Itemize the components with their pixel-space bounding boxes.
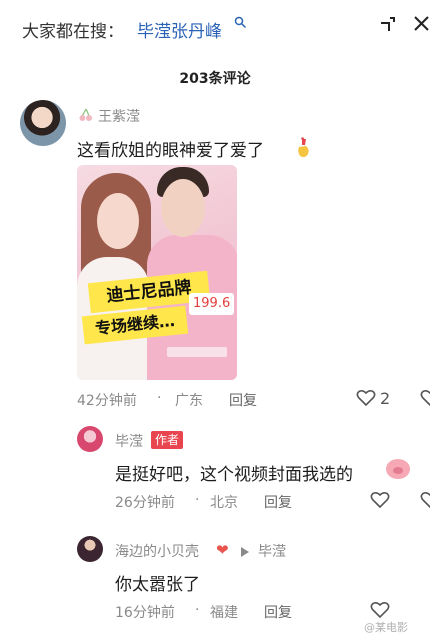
comment-time: 42分钟前 [77, 393, 137, 409]
comment-location: 广东 [175, 393, 203, 409]
pig-emoji-icon [386, 459, 410, 479]
reply-location: 福建 [210, 605, 238, 621]
reply-to-username[interactable]: 毕滢 [258, 541, 286, 561]
avatar[interactable] [20, 100, 66, 146]
thumbnail-price-suffix: 6 [221, 296, 231, 311]
reply-button[interactable]: 回复 [264, 602, 292, 622]
reply-time: 16分钟前 [115, 605, 175, 621]
comments-count-title: 203条评论 [179, 71, 251, 87]
like-count: 2 [380, 389, 391, 408]
comment-username[interactable]: 王紫滢 [98, 106, 140, 126]
heart-emoji-icon: ❤ [216, 541, 229, 559]
reply-text: 是挺好吧，这个视频封面我选的 [115, 465, 353, 485]
reply-username[interactable]: 毕滢 [115, 431, 143, 451]
reply-avatar[interactable] [77, 536, 103, 562]
reply-button[interactable]: 回复 [229, 390, 257, 410]
close-icon[interactable] [412, 14, 430, 34]
meta-dot: · [195, 602, 200, 618]
meta-dot: · [157, 390, 162, 406]
like-heart-icon[interactable] [356, 389, 376, 407]
thumbnail-price: 199. [193, 296, 222, 311]
reply-location: 北京 [210, 495, 238, 511]
video-thumbnail[interactable]: 迪士尼品牌 专场继续… 199.6 [77, 165, 237, 380]
thumbnail-man-face [161, 179, 205, 237]
author-badge: 作者 [151, 431, 184, 449]
thumbnail-woman-face [97, 193, 139, 249]
reply-time: 26分钟前 [115, 495, 175, 511]
reply-button[interactable]: 回复 [264, 492, 292, 512]
comment-text: 这看欣姐的眼神爱了爱了 [77, 141, 264, 161]
search-prefix-label: 大家都在搜： [22, 22, 124, 42]
watermark: @某电影 [364, 621, 408, 634]
reply-avatar[interactable] [77, 426, 103, 452]
reply-text: 你太嚣张了 [115, 575, 200, 595]
search-term-link[interactable]: 毕滢张丹峰 [137, 17, 222, 42]
like-heart-icon[interactable] [370, 491, 390, 509]
meta-dot: · [195, 492, 200, 508]
thumbnail-price-tag: 199.6 [189, 293, 235, 315]
collapse-icon[interactable] [378, 14, 398, 34]
reply-to-arrow-icon [241, 547, 249, 557]
like-heart-icon[interactable] [370, 601, 390, 619]
top-bar: 大家都在搜： 毕滢张丹峰 [0, 0, 430, 52]
like-heart-icon-edge[interactable] [420, 491, 430, 509]
cherry-icon [79, 108, 92, 121]
like-heart-icon-edge[interactable] [420, 389, 430, 407]
thumbnail-caption-bar [167, 347, 227, 357]
search-icon[interactable] [234, 16, 246, 28]
finger-heart-emoji-icon [298, 137, 309, 158]
reply-username[interactable]: 海边的小贝壳 [115, 541, 199, 561]
